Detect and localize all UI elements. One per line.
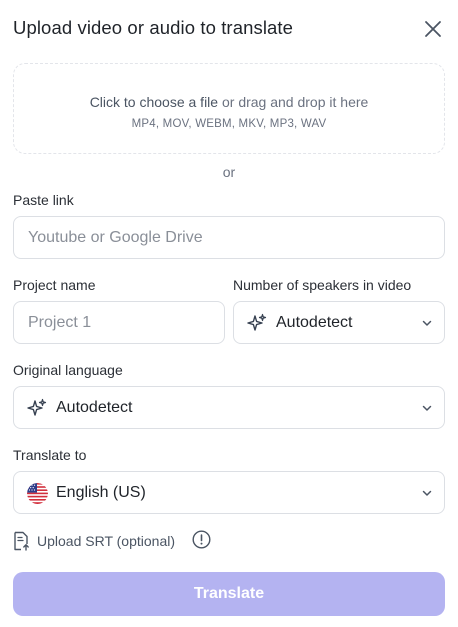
project-name-input[interactable] [13, 301, 225, 344]
original-language-value: Autodetect [56, 399, 133, 416]
chevron-down-icon [422, 405, 432, 411]
upload-translate-dialog: Upload video or audio to translate Click… [0, 0, 458, 627]
chevron-down-icon [422, 490, 432, 496]
us-flag-icon [27, 483, 48, 504]
original-language-select[interactable]: Autodetect [13, 386, 445, 429]
paste-link-input[interactable] [13, 216, 445, 259]
close-icon[interactable] [421, 17, 445, 41]
translate-button[interactable]: Translate [13, 572, 445, 616]
drag-drop-text: or drag and drop it here [218, 94, 369, 110]
chevron-down-icon [422, 320, 432, 326]
original-language-label: Original language [13, 362, 123, 378]
project-name-label: Project name [13, 277, 96, 293]
choose-file-link[interactable]: Click to choose a file [90, 94, 218, 110]
or-divider: or [222, 164, 236, 180]
dialog-title: Upload video or audio to translate [13, 17, 294, 38]
supported-formats: MP4, MOV, WEBM, MKV, MP3, WAV [131, 118, 327, 130]
speakers-value: Autodetect [276, 314, 353, 331]
translate-to-label: Translate to [13, 447, 87, 463]
file-dropzone[interactable]: Click to choose a file or drag and drop … [13, 63, 445, 154]
speakers-label: Number of speakers in video [233, 277, 412, 293]
info-icon[interactable] [192, 530, 211, 549]
dropzone-text: Click to choose a file or drag and drop … [14, 94, 444, 110]
upload-srt-label: Upload SRT (optional) [37, 533, 176, 549]
file-upload-icon [14, 531, 29, 551]
sparkles-icon [27, 398, 47, 416]
speakers-select[interactable]: Autodetect [233, 301, 445, 344]
translate-to-value: English (US) [56, 484, 146, 501]
sparkles-icon [247, 313, 267, 331]
translate-to-select[interactable]: English (US) [13, 471, 445, 514]
paste-link-label: Paste link [13, 192, 74, 208]
